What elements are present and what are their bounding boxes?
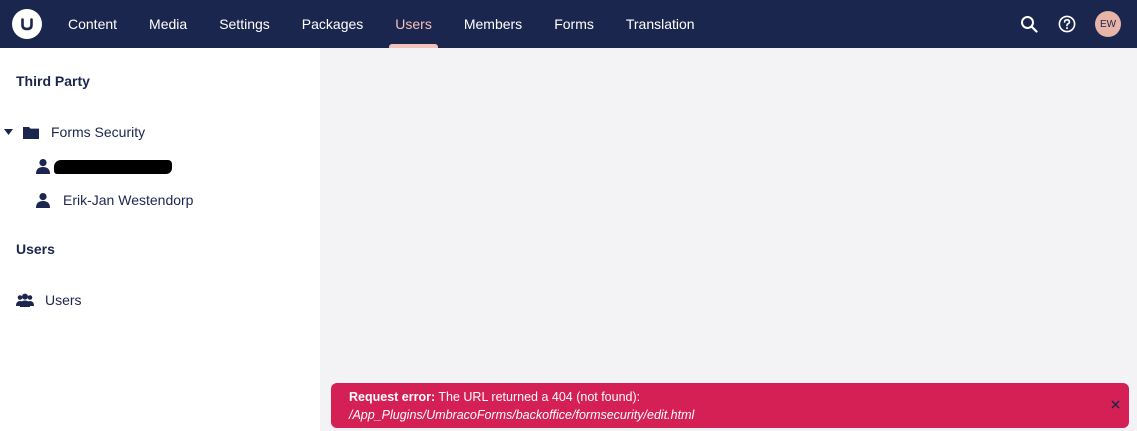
request-error-notification: Request error: The URL returned a 404 (n… bbox=[331, 383, 1129, 428]
nav-packages[interactable]: Packages bbox=[286, 0, 379, 48]
avatar-initials: EW bbox=[1099, 18, 1117, 30]
users-group-icon bbox=[16, 292, 34, 308]
notification-message-line: Request error: The URL returned a 404 (n… bbox=[349, 388, 1111, 406]
close-icon[interactable] bbox=[1109, 398, 1121, 410]
help-icon[interactable] bbox=[1057, 14, 1077, 34]
tree-item-forms-security[interactable]: Forms Security bbox=[2, 120, 145, 144]
redacted-user-name bbox=[54, 159, 172, 174]
nav-content[interactable]: Content bbox=[52, 0, 133, 48]
notification-message: The URL returned a 404 (not found): bbox=[435, 390, 641, 404]
umbraco-logo-icon bbox=[21, 18, 33, 31]
nav-forms[interactable]: Forms bbox=[538, 0, 610, 48]
top-navigation-bar: Content Media Settings Packages Users Me… bbox=[0, 0, 1137, 48]
folder-icon bbox=[22, 124, 40, 140]
notification-path: /App_Plugins/UmbracoForms/backoffice/for… bbox=[349, 408, 695, 422]
section-title-users: Users bbox=[16, 241, 55, 257]
tree-item-users[interactable]: Users bbox=[16, 288, 82, 312]
top-right-tools: EW bbox=[1019, 0, 1137, 48]
sidebar-tree: Third Party Forms Security Erik-Jan West… bbox=[0, 48, 320, 431]
nav-members[interactable]: Members bbox=[448, 0, 538, 48]
umbraco-logo[interactable] bbox=[12, 9, 42, 39]
section-navigation: Content Media Settings Packages Users Me… bbox=[52, 0, 711, 48]
user-icon bbox=[34, 158, 52, 174]
nav-users[interactable]: Users bbox=[379, 0, 448, 48]
tree-item-user-erik-jan-label: Erik-Jan Westendorp bbox=[63, 192, 194, 208]
nav-members-label: Members bbox=[463, 16, 523, 32]
nav-settings[interactable]: Settings bbox=[203, 0, 286, 48]
tree-item-users-label: Users bbox=[45, 292, 82, 308]
nav-settings-label: Settings bbox=[219, 16, 270, 32]
nav-translation[interactable]: Translation bbox=[610, 0, 711, 48]
search-icon[interactable] bbox=[1019, 14, 1039, 34]
section-title-third-party: Third Party bbox=[16, 73, 90, 89]
tree-item-forms-security-label: Forms Security bbox=[51, 124, 146, 140]
nav-translation-label: Translation bbox=[625, 16, 695, 32]
main-content-area bbox=[320, 48, 1137, 431]
user-icon bbox=[34, 192, 52, 208]
user-avatar[interactable]: EW bbox=[1095, 11, 1121, 37]
nav-media[interactable]: Media bbox=[133, 0, 203, 48]
nav-users-label: Users bbox=[395, 16, 432, 32]
nav-content-label: Content bbox=[68, 16, 118, 32]
nav-packages-label: Packages bbox=[301, 16, 364, 32]
tree-item-user-redacted[interactable] bbox=[34, 154, 172, 178]
nav-forms-label: Forms bbox=[554, 16, 594, 32]
notification-prefix: Request error: bbox=[349, 390, 436, 404]
tree-item-user-erik-jan[interactable]: Erik-Jan Westendorp bbox=[34, 188, 193, 212]
caret-down-icon[interactable] bbox=[2, 126, 14, 138]
nav-media-label: Media bbox=[149, 16, 188, 32]
